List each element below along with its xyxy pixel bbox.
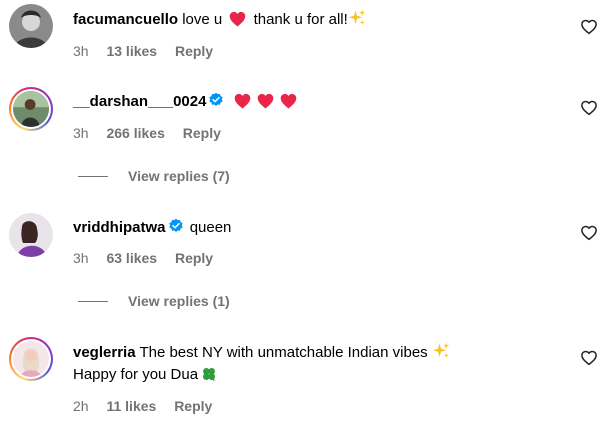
- view-replies-button[interactable]: View replies (1): [78, 293, 230, 311]
- avatar[interactable]: [9, 87, 53, 131]
- comment-text-line: vriddhipatwa queen: [73, 217, 231, 239]
- comment-time: 2h: [73, 398, 89, 414]
- avatar[interactable]: [9, 4, 53, 48]
- likes-count[interactable]: 266 likes: [106, 125, 164, 141]
- like-heart-icon[interactable]: [580, 99, 598, 117]
- reply-button[interactable]: Reply: [175, 250, 213, 266]
- comment-text-line: __darshan___0024: [73, 91, 300, 113]
- avatar[interactable]: [9, 213, 53, 257]
- comment-text-line-2: Happy for you Dua: [73, 364, 217, 386]
- view-replies-label: View replies (1): [128, 293, 230, 309]
- comment-time: 3h: [73, 250, 89, 266]
- comment-username[interactable]: __darshan___0024: [73, 93, 206, 110]
- heart-emoji-icon: [257, 93, 274, 109]
- view-replies-divider: [78, 301, 108, 302]
- comment-meta: 2h 11 likes Reply: [73, 397, 226, 415]
- comment-meta: 3h 13 likes Reply: [73, 42, 227, 60]
- likes-count[interactable]: 13 likes: [106, 43, 157, 59]
- sparkles-emoji-icon: [348, 9, 366, 27]
- view-replies-divider: [78, 176, 108, 177]
- comment-text-line: facumancuello love u thank u for all!: [73, 9, 366, 31]
- verified-badge-icon: [208, 92, 224, 108]
- verified-badge-icon: [168, 218, 184, 234]
- comment-time: 3h: [73, 125, 89, 141]
- likes-count[interactable]: 63 likes: [106, 250, 157, 266]
- avatar-image: [9, 213, 53, 257]
- reply-button[interactable]: Reply: [175, 43, 213, 59]
- heart-emoji-icon: [234, 93, 251, 109]
- comment-text: thank u for all!: [253, 11, 348, 28]
- comment-meta: 3h 63 likes Reply: [73, 249, 227, 267]
- comment-text: Happy for you Dua: [73, 366, 199, 383]
- avatar-image: [13, 91, 49, 127]
- likes-count[interactable]: 11 likes: [106, 398, 156, 414]
- comment-meta: 3h 266 likes Reply: [73, 124, 235, 142]
- comment-time: 3h: [73, 43, 89, 59]
- view-replies-label: View replies (7): [128, 168, 230, 184]
- sparkles-emoji-icon: [432, 342, 450, 360]
- like-heart-icon[interactable]: [580, 224, 598, 242]
- heart-emoji-icon: [280, 93, 297, 109]
- avatar[interactable]: [9, 337, 53, 381]
- comment-text: queen: [189, 219, 232, 236]
- comment-username[interactable]: vriddhipatwa: [73, 219, 166, 236]
- reply-button[interactable]: Reply: [183, 125, 221, 141]
- avatar-image: [13, 341, 49, 377]
- comment-text: The best NY with unmatchable Indian vibe…: [139, 344, 428, 361]
- reply-button[interactable]: Reply: [174, 398, 212, 414]
- comment-username[interactable]: facumancuello: [73, 11, 178, 28]
- four-leaf-clover-emoji-icon: [201, 366, 217, 382]
- view-replies-button[interactable]: View replies (7): [78, 168, 230, 186]
- comment-username[interactable]: veglerria: [73, 344, 136, 361]
- comment-text: love u: [182, 11, 223, 28]
- like-heart-icon[interactable]: [580, 349, 598, 367]
- comment-text-line: veglerria The best NY with unmatchable I…: [73, 342, 450, 364]
- heart-emoji-icon: [229, 11, 246, 27]
- like-heart-icon[interactable]: [580, 18, 598, 36]
- avatar-image: [9, 4, 53, 48]
